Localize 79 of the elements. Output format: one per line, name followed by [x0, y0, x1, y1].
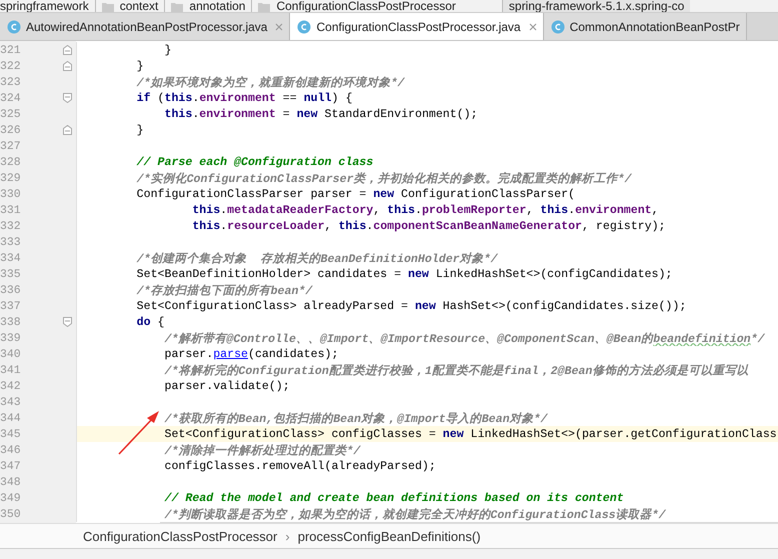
- code-line: /*清除掉一件解析处理过的配置类*/: [163, 443, 360, 458]
- line-number: 342: [0, 380, 22, 392]
- line-number: 344: [0, 412, 22, 424]
- code-line: /*解析带有@Controlle、、@Import、@ImportResource、@ComponentScan、@Bean的beandefinition*/: [163, 331, 765, 346]
- code-line: /*创建两个集合对象 存放相关的BeanDefinitionHolder对象*/: [136, 251, 498, 266]
- class-icon: [550, 20, 565, 34]
- code-line: }: [163, 44, 172, 56]
- code-line: parser.validate();: [163, 380, 290, 392]
- code-line: }: [136, 60, 144, 72]
- fold-icon[interactable]: [63, 45, 72, 55]
- line-number: 333: [0, 236, 22, 248]
- editor-tab[interactable]: ConfigurationClassPostProcessor.java: [290, 13, 544, 40]
- line-number: 341: [0, 364, 22, 376]
- line-number: 334: [0, 252, 22, 264]
- code-line: parser.parse(candidates);: [163, 348, 338, 360]
- line-number: 348: [0, 476, 22, 488]
- code-line: Set<ConfigurationClass> alreadyParsed = new HashSet<>(configCandidates.size());: [136, 300, 686, 312]
- code-line: /*判断读取器是否为空，如果为空的话，就创建完全天冲好的ConfigurationClass读取器*/: [163, 507, 666, 522]
- editor-tab[interactable]: CommonAnnotationBeanPostPr: [544, 13, 747, 40]
- code-line: configClasses.removeAll(alreadyParsed);: [163, 460, 436, 472]
- line-number: 338: [0, 316, 22, 328]
- code-line: /*实例化ConfigurationClassParser类，并初始化相关的参数。完成配置类的解析工作*/: [136, 171, 632, 186]
- code-line: /*获取所有的Bean,包括扫描的Bean对象，@Import导入的Bean对象*/: [163, 411, 548, 426]
- tab-label: ConfigurationClassPostProcessor.java: [316, 20, 521, 34]
- code-line: // Read the model and create bean definitions based on its content: [163, 492, 624, 504]
- code-line: /*如果环境对象为空，就重新创建新的环境对象*/: [136, 75, 404, 90]
- line-number: 328: [0, 156, 22, 168]
- editor-tab[interactable]: AutowiredAnnotationBeanPostProcessor.java: [0, 13, 290, 40]
- code-line: this.environment = new StandardEnvironment();: [163, 108, 478, 120]
- line-number: 327: [0, 140, 22, 152]
- tab-label: AutowiredAnnotationBeanPostProcessor.java: [26, 20, 268, 34]
- line-number: 347: [0, 460, 22, 472]
- fold-icon[interactable]: [63, 61, 72, 71]
- line-number: 330: [0, 188, 22, 200]
- code-line: }: [136, 124, 144, 136]
- close-icon[interactable]: [275, 22, 284, 30]
- line-number: 331: [0, 204, 22, 216]
- line-number: 337: [0, 300, 22, 312]
- code-line: // Parse each @Configuration class: [136, 156, 374, 168]
- fold-icon[interactable]: [63, 93, 72, 103]
- close-icon[interactable]: [528, 22, 537, 30]
- code-line: ConfigurationClassParser parser = new ConfigurationClassParser(: [136, 188, 575, 200]
- code-line: Set<ConfigurationClass> configClasses = new LinkedHashSet<>(parser.getConfigurationClass: [163, 428, 777, 440]
- code-line: this.resourceLoader, this.componentScanBeanNameGenerator, registry);: [191, 220, 666, 232]
- path-item[interactable]: annotation: [189, 0, 246, 12]
- line-number: 323: [0, 76, 22, 88]
- breadcrumb-separator: ›: [285, 528, 290, 544]
- line-number: 324: [0, 92, 22, 104]
- code-line: /*存放扫描包下面的所有bean*/: [136, 283, 312, 298]
- line-number: 332: [0, 220, 22, 232]
- line-number: 329: [0, 172, 22, 184]
- line-number: 321: [0, 44, 22, 56]
- line-number: 350: [0, 508, 22, 520]
- breadcrumb-item[interactable]: processConfigBeanDefinitions(): [298, 528, 481, 544]
- code-line: if (this.environment == null) {: [136, 92, 352, 104]
- code-line: /*将解析完的Configuration配置类进行校验，1配置类不能是final，2@Bean修饰的方法必须是可以重写以: [163, 362, 748, 378]
- line-number: 335: [0, 268, 22, 280]
- breadcrumb-item[interactable]: ConfigurationClassPostProcessor: [83, 528, 278, 544]
- line-number: 322: [0, 60, 22, 72]
- line-number: 339: [0, 332, 22, 344]
- code-line: Set<BeanDefinitionHolder> candidates = new LinkedHashSet<>(configCandidates);: [136, 268, 672, 280]
- line-number: 326: [0, 124, 22, 136]
- tab-label: CommonAnnotationBeanPostPr: [570, 20, 740, 34]
- code-line: do {: [136, 316, 164, 328]
- fold-icon[interactable]: [63, 317, 72, 327]
- line-number: 343: [0, 396, 22, 408]
- class-icon: [7, 20, 21, 34]
- fold-icon[interactable]: [63, 125, 72, 135]
- class-icon: [297, 20, 312, 34]
- path-item[interactable]: context: [120, 0, 158, 12]
- line-number: 340: [0, 348, 22, 360]
- line-number: 349: [0, 492, 22, 504]
- line-number: 325: [0, 108, 22, 120]
- line-number: 346: [0, 444, 22, 456]
- code-line: this.metadataReaderFactory, this.problemReporter, this.environment,: [191, 204, 659, 216]
- line-number: 336: [0, 284, 22, 296]
- annotation-arrow: [118, 409, 160, 455]
- line-number: 345: [0, 428, 22, 440]
- code-link[interactable]: parse: [213, 348, 248, 360]
